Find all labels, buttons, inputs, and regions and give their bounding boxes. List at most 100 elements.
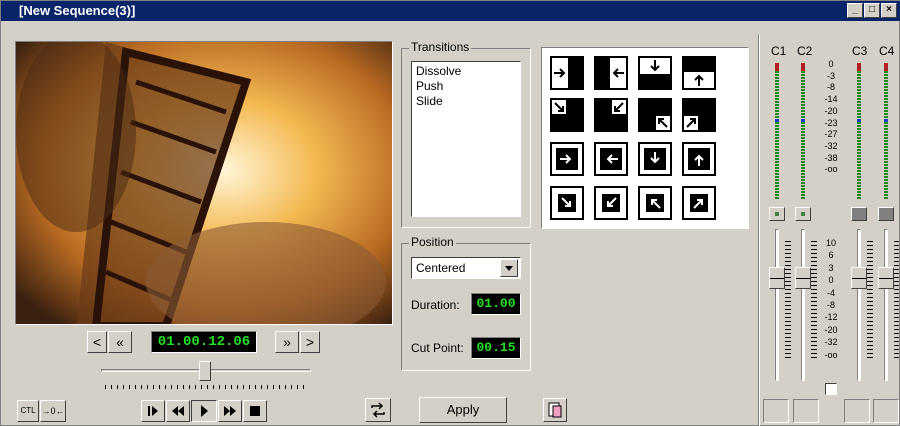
fader-scale-tick: -20 [824, 324, 838, 335]
channel-box-c3[interactable] [844, 399, 870, 423]
meter-scale-tick: -8 [826, 82, 835, 93]
solo-indicator-icon [801, 212, 805, 216]
fader-track-c1[interactable] [775, 229, 779, 381]
mark-zero-button[interactable]: →0← [40, 400, 66, 422]
meter-c1 [775, 63, 779, 199]
channel-box-c2[interactable] [793, 399, 819, 423]
fast-forward-icon [224, 406, 236, 416]
fast-forward-nav-button[interactable]: » [275, 331, 299, 353]
meter-peak-c2 [801, 63, 805, 71]
arrow-down-right-icon [558, 194, 576, 212]
slide-from-left[interactable] [550, 142, 584, 176]
arrow-left-icon [600, 148, 622, 170]
slide-from-bottom[interactable] [682, 142, 716, 176]
scrub-handle[interactable] [199, 361, 211, 381]
video-frame-image [16, 42, 392, 324]
push-from-top-right[interactable] [594, 98, 628, 132]
slide-from-top-left[interactable] [550, 186, 584, 220]
mixer-divider-highlight [759, 35, 760, 426]
loop-button[interactable] [365, 398, 391, 422]
slide-from-bottom-right[interactable] [638, 186, 672, 220]
close-button[interactable]: × [881, 3, 897, 18]
push-from-bottom[interactable] [682, 56, 716, 90]
list-item[interactable]: Push [416, 79, 516, 94]
push-from-top-left[interactable] [550, 98, 584, 132]
fader-knob-line [879, 278, 893, 279]
push-from-right[interactable] [594, 56, 628, 90]
arrow-up-left-icon [646, 194, 664, 212]
position-dropdown-button[interactable] [500, 259, 518, 277]
position-label: Position [409, 235, 456, 249]
arrow-up-right-icon [690, 194, 708, 212]
fader-scale-tick: 0 [828, 275, 834, 286]
position-select[interactable]: Centered [411, 257, 521, 279]
meter-scale-tick: -38 [824, 152, 838, 163]
solo-button-c1[interactable] [769, 207, 785, 221]
push-from-top[interactable] [638, 56, 672, 90]
rewind-transport-button[interactable] [166, 400, 190, 422]
timecode-display: 01.00.12.06 [151, 331, 257, 353]
play-button[interactable] [191, 400, 217, 422]
stop-button[interactable] [243, 400, 267, 422]
fader-knob-c1[interactable] [769, 267, 785, 289]
fader-knob-line [852, 278, 866, 279]
meter-scale-tick: -23 [824, 117, 838, 128]
link-checkbox[interactable] [825, 383, 837, 395]
minimize-button[interactable]: _ [847, 3, 863, 18]
meter-peak-c1 [775, 63, 779, 71]
fader-scale-tick: -12 [824, 312, 838, 323]
arrow-right-icon [556, 148, 578, 170]
fader-scale-tick: 3 [828, 262, 834, 273]
video-preview[interactable] [15, 41, 393, 325]
arrow-down-left-icon [602, 194, 620, 212]
duration-display[interactable]: 01.00 [471, 293, 521, 315]
arrow-up-icon [688, 148, 710, 170]
fast-forward-button[interactable] [218, 400, 242, 422]
solo-button-c4[interactable] [878, 207, 894, 221]
push-from-left[interactable] [550, 56, 584, 90]
solo-button-c3[interactable] [851, 207, 867, 221]
arrow-down-right-icon [552, 100, 582, 130]
stop-icon [250, 406, 260, 416]
fader-ticks-c3 [867, 241, 873, 359]
list-item[interactable]: Dissolve [416, 64, 516, 79]
transitions-list[interactable]: Dissolve Push Slide [411, 61, 521, 217]
slide-from-top-right[interactable] [594, 186, 628, 220]
ctl-button[interactable]: CTL [17, 400, 39, 422]
next-frame-button[interactable]: > [300, 331, 320, 353]
rewind-button[interactable]: « [108, 331, 132, 353]
step-button[interactable] [141, 400, 165, 422]
list-item[interactable]: Slide [416, 94, 516, 109]
arrow-down-icon [640, 60, 670, 88]
fader-track-c4[interactable] [884, 229, 888, 381]
meter-scale-tick: -27 [824, 129, 838, 140]
prev-frame-button[interactable]: < [87, 331, 107, 353]
channel-box-c1[interactable] [763, 399, 789, 423]
meter-c2 [801, 63, 805, 199]
fader-knob-c3[interactable] [851, 267, 867, 289]
slide-from-bottom-left[interactable] [682, 186, 716, 220]
transition-direction-grid [541, 47, 749, 229]
slide-from-right[interactable] [594, 142, 628, 176]
fader-ticks-c1 [785, 241, 791, 359]
solo-button-c2[interactable] [795, 207, 811, 221]
cut-point-display[interactable]: 00.15 [471, 337, 521, 359]
fader-track-c2[interactable] [801, 229, 805, 381]
fader-knob-c4[interactable] [878, 267, 894, 289]
loop-icon [371, 402, 385, 418]
channel-label-c3: C3 [852, 44, 868, 58]
fader-ticks-c4 [894, 241, 899, 359]
fader-track-c3[interactable] [857, 229, 861, 381]
step-frame-icon [148, 406, 158, 416]
push-from-bottom-right[interactable] [638, 98, 672, 132]
edit-button[interactable] [543, 398, 567, 422]
meter-scale: 0 -3 -8 -14 -20 -23 -27 -32 -38 -oo [818, 59, 844, 176]
slide-from-top[interactable] [638, 142, 672, 176]
fader-knob-line [796, 278, 810, 279]
channel-box-c4[interactable] [873, 399, 899, 423]
push-from-bottom-left[interactable] [682, 98, 716, 132]
fader-scale-tick: -4 [826, 287, 835, 298]
maximize-button[interactable]: □ [864, 3, 880, 18]
apply-button[interactable]: Apply [419, 397, 507, 423]
fader-knob-c2[interactable] [795, 267, 811, 289]
